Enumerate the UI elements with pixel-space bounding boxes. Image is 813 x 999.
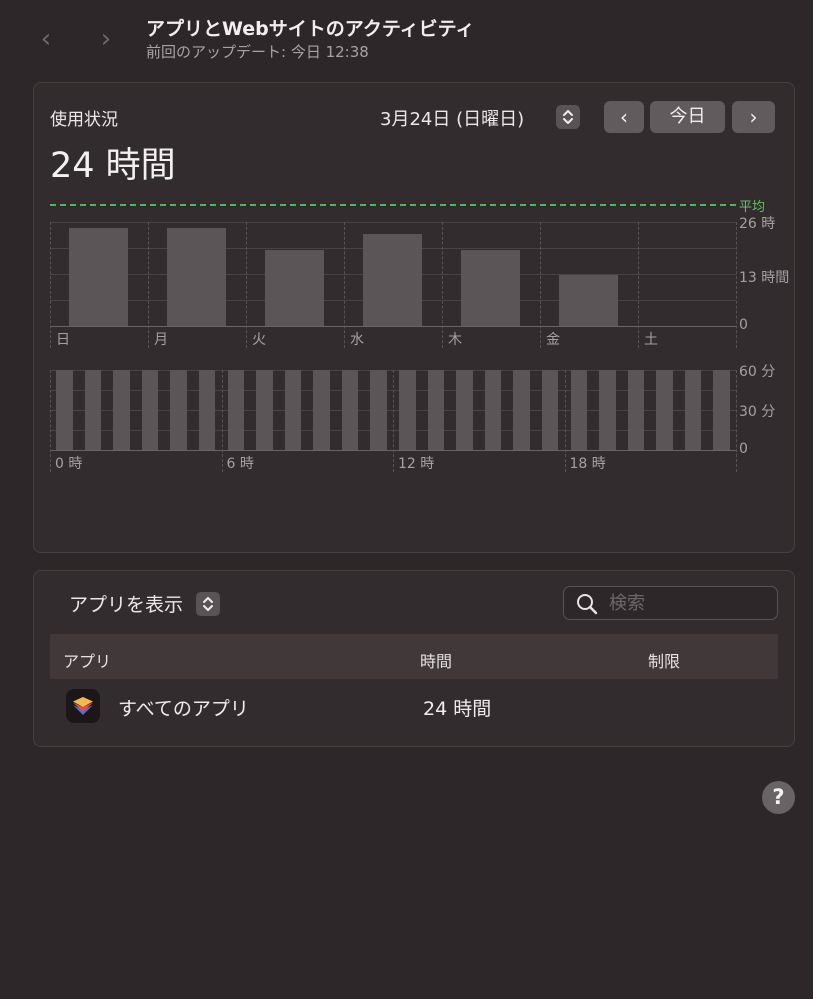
hour-bar	[113, 370, 130, 450]
column-divider	[540, 222, 541, 348]
gridline	[50, 222, 736, 223]
column-divider	[50, 222, 51, 348]
day-label-金: 金	[546, 332, 560, 348]
hour-bar	[456, 370, 473, 450]
quarter-divider	[50, 370, 51, 472]
page-title: アプリとWebサイトのアクティビティ	[146, 18, 475, 40]
hour-bar	[284, 370, 302, 450]
show-apps-label[interactable]: アプリを表示	[69, 590, 183, 617]
forward-button[interactable]: ›	[94, 24, 118, 54]
table-header: アプリ 時間 制限	[50, 634, 778, 679]
bar-月	[167, 228, 226, 326]
hour-bar	[227, 370, 245, 450]
hour-label: 0 時	[55, 456, 83, 472]
app-time: 24 時間	[423, 698, 492, 720]
y-tick-label: 30 分	[739, 404, 776, 420]
hour-bar	[256, 370, 273, 450]
average-line	[50, 204, 736, 206]
baseline	[50, 326, 736, 327]
column-header-app[interactable]: アプリ	[63, 648, 111, 672]
bar-水	[363, 234, 422, 326]
quarter-divider	[393, 370, 394, 472]
y-tick-label: 13 時間	[739, 270, 790, 286]
previous-day-button[interactable]: ‹	[604, 101, 644, 133]
hour-bar	[570, 370, 588, 450]
hour-bar	[141, 370, 159, 450]
hour-label: 12 時	[398, 456, 435, 472]
day-label-月: 月	[154, 332, 168, 348]
y-tick-label: 0	[739, 441, 748, 457]
bar-木	[461, 250, 520, 326]
usage-label: 使用状況	[50, 110, 118, 130]
column-divider	[344, 222, 345, 348]
back-button[interactable]: ‹	[34, 24, 58, 54]
column-divider	[148, 222, 149, 348]
day-label-火: 火	[252, 332, 266, 348]
bar-日	[69, 228, 128, 326]
chevron-updown-icon	[203, 597, 213, 611]
quarter-divider	[564, 370, 566, 472]
search-input[interactable]	[609, 591, 769, 615]
y-tick-label: 0	[739, 317, 748, 333]
hour-bar	[56, 370, 73, 450]
hour-bar	[84, 370, 102, 450]
hour-bar	[541, 370, 559, 450]
day-label-土: 土	[644, 332, 658, 348]
last-updated-text: 前回のアップデート: 今日 12:38	[146, 43, 369, 61]
bar-金	[559, 274, 618, 326]
column-divider	[442, 222, 443, 348]
hour-bar	[198, 370, 216, 450]
date-label[interactable]: 3月24日 (日曜日)	[380, 105, 524, 131]
column-divider	[638, 222, 639, 348]
column-divider	[736, 222, 737, 348]
hour-bar	[513, 370, 530, 450]
layers-icon	[66, 689, 100, 723]
quarter-divider	[221, 370, 223, 472]
column-header-limit[interactable]: 制限	[648, 648, 680, 672]
average-label: 平均	[739, 200, 766, 215]
day-label-水: 水	[350, 332, 364, 348]
hour-bar	[599, 370, 616, 450]
hour-bar	[399, 370, 416, 450]
hour-bar	[170, 370, 187, 450]
hour-bar	[313, 370, 330, 450]
today-button[interactable]: 今日	[650, 101, 725, 133]
day-label-木: 木	[448, 332, 462, 348]
hour-bar	[370, 370, 387, 450]
help-button[interactable]: ?	[762, 781, 795, 814]
hour-bar	[427, 370, 445, 450]
usage-total: 24 時間	[50, 146, 176, 186]
hour-bar	[713, 370, 730, 450]
day-label-日: 日	[56, 332, 70, 348]
y-tick-label: 26 時	[739, 216, 776, 232]
column-divider	[246, 222, 247, 348]
search-field[interactable]	[563, 586, 778, 620]
hour-label: 6 時	[226, 456, 254, 472]
column-header-time[interactable]: 時間	[420, 648, 452, 672]
hour-bar	[627, 370, 645, 450]
app-name: すべてのアプリ	[118, 698, 249, 720]
hour-label: 18 時	[569, 456, 606, 472]
y-tick-label: 60 分	[739, 364, 776, 380]
bar-火	[265, 250, 324, 326]
show-apps-stepper[interactable]	[196, 592, 220, 616]
quarter-divider	[736, 370, 737, 472]
hour-bar	[684, 370, 702, 450]
next-day-button[interactable]: ›	[732, 101, 775, 133]
date-stepper[interactable]	[556, 105, 580, 129]
hour-bar	[656, 370, 673, 450]
hour-bar	[341, 370, 359, 450]
chevron-updown-icon	[563, 110, 573, 124]
search-icon	[577, 594, 598, 615]
hour-bar	[484, 370, 502, 450]
